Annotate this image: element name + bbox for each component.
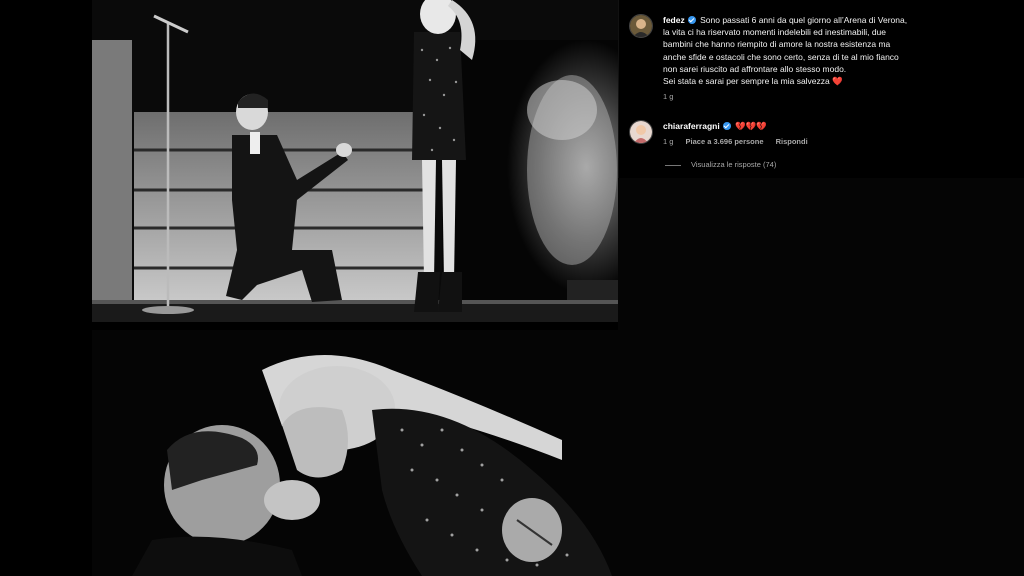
caption-username[interactable]: fedez (663, 15, 685, 25)
post-media (0, 0, 618, 576)
verified-icon (722, 122, 731, 130)
replies-divider (665, 164, 681, 166)
caption-meta: 1 g (663, 91, 1015, 103)
comment-username[interactable]: chiaraferragni (663, 121, 720, 131)
caption-line-6: Sei stata e sarai per sempre la mia salv… (663, 76, 830, 87)
kiss-photo (92, 330, 618, 576)
view-replies-label: Visualizza le risposte (74) (691, 160, 777, 169)
caption-line-1: Sono passati 6 anni da quel giorno all’A… (700, 15, 908, 25)
heart-icon: ❤️ (832, 76, 843, 87)
reply-button[interactable]: Rispondi (776, 137, 808, 146)
comment-meta: 1 g Piace a 3.696 persone Rispondi (663, 136, 1015, 148)
chiaraferragni-avatar[interactable] (629, 120, 653, 144)
proposal-photo (92, 0, 618, 322)
caption-line-5: non sarei riuscito ad affrontare allo st… (663, 63, 847, 74)
caption-line-3: bambini che hanno riempito di amore la n… (663, 39, 891, 50)
comment-likes[interactable]: Piace a 3.696 persone (686, 137, 764, 146)
broken-heart-icon: 💔💔💔 (735, 121, 767, 131)
comment-time[interactable]: 1 g (663, 137, 673, 146)
fedez-avatar[interactable] (629, 14, 653, 38)
comments-panel: fedez Sono passati 6 anni da quel giorno… (618, 0, 1024, 178)
caption-line-4: anche sfide e ostacoli che sono certo, s… (663, 51, 899, 62)
caption-time[interactable]: 1 g (663, 92, 673, 101)
view-replies-button[interactable]: Visualizza le risposte (74) (665, 160, 776, 169)
verified-icon (687, 16, 696, 24)
panel-background (618, 178, 1024, 576)
caption-line-2: la vita ci ha riservato momenti indelebi… (663, 27, 886, 38)
